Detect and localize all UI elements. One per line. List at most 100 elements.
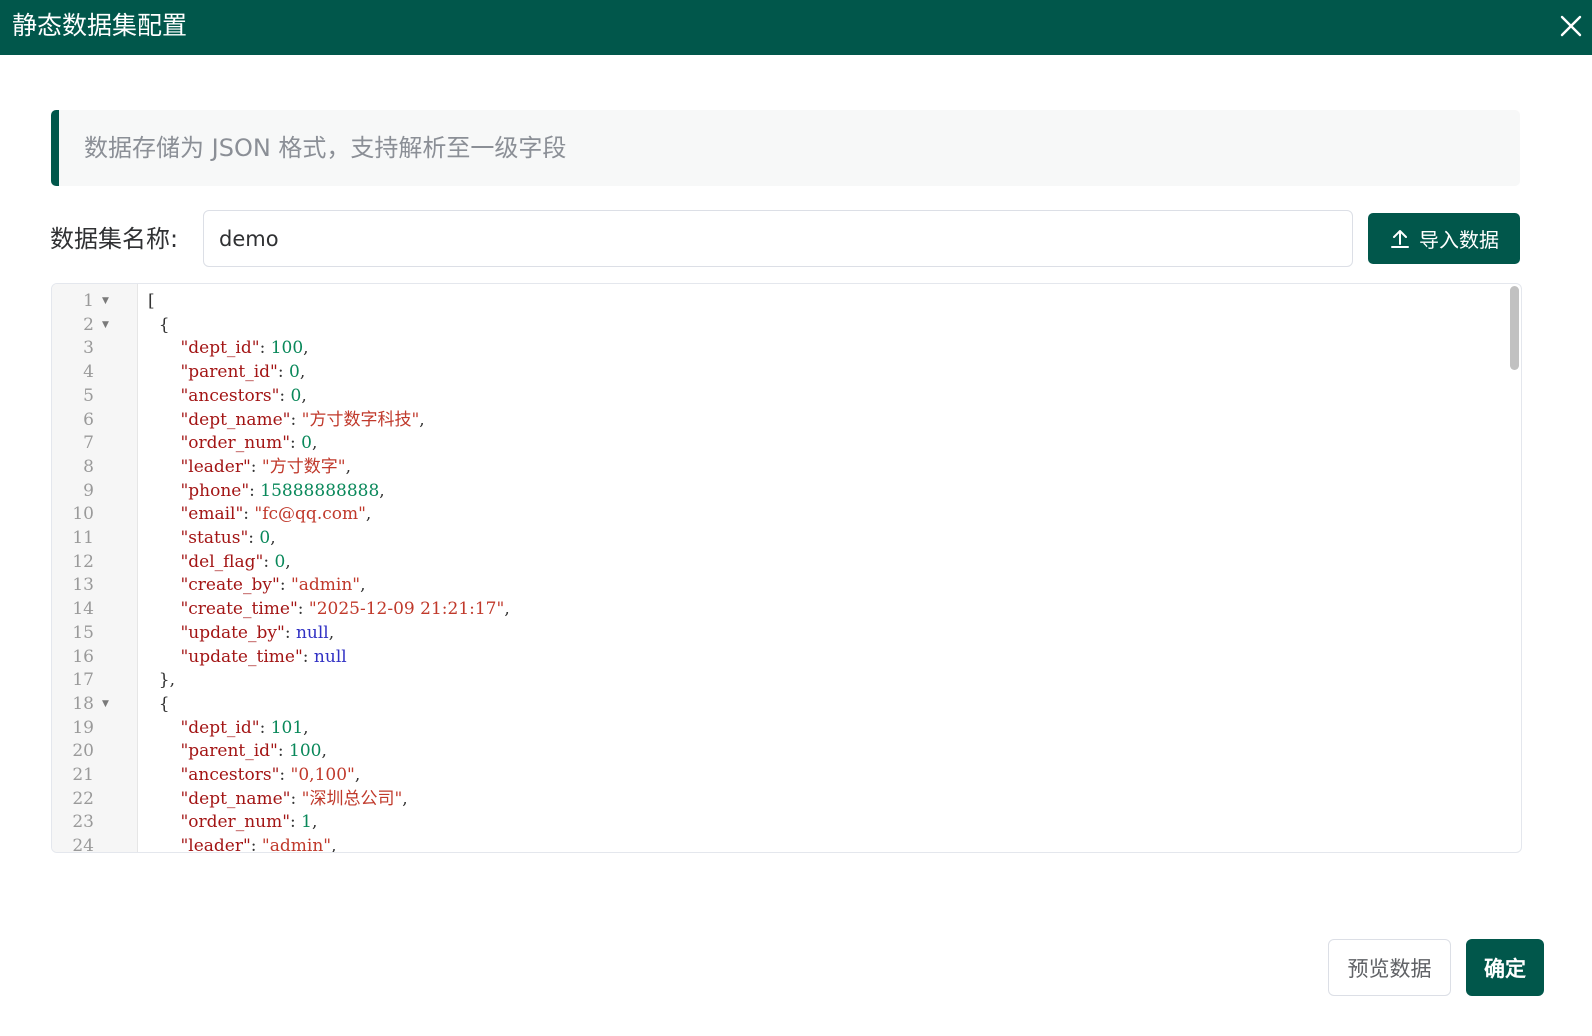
line-number: 1 xyxy=(83,291,94,311)
code-line: "dept_id": 100, xyxy=(148,337,309,361)
code-line: "email": "fc@qq.com", xyxy=(148,503,371,527)
code-token: , xyxy=(285,551,291,572)
code-token: "dept_id" xyxy=(180,338,260,359)
code-line: "del_flag": 0, xyxy=(148,551,291,575)
code-token: : xyxy=(297,599,309,620)
line-number: 7 xyxy=(83,433,94,454)
line-number: 10 xyxy=(72,504,94,525)
code-token: "dept_name" xyxy=(180,788,291,809)
dataset-name-input[interactable] xyxy=(203,210,1353,267)
code-line: "leader": "admin", xyxy=(148,835,337,852)
dataset-name-label: 数据集名称: xyxy=(50,225,179,253)
code-token: 15888888888 xyxy=(260,480,380,501)
code-token: , xyxy=(299,362,306,383)
line-number-gutter: 1 ▼ 2 ▼ 3 4 5 6 7 8 9 10 11 12 13 14 15 16 17 18 ▼ 19 20 21 22 23… xyxy=(52,284,138,852)
code-token: "dept_name" xyxy=(180,409,291,430)
code-token: , xyxy=(312,433,318,454)
code-token: 0 xyxy=(274,551,286,572)
line-number: 5 xyxy=(83,385,94,406)
code-token: 1 xyxy=(301,812,312,833)
code-line: "status": 0, xyxy=(148,527,276,551)
upload-icon xyxy=(1391,229,1409,248)
code-area[interactable]: [ { "dept_id": 100, "parent_id": 0, "anc… xyxy=(138,284,1521,852)
code-token: "2025-12-09 21:21:17" xyxy=(308,599,505,620)
code-token: 0 xyxy=(301,433,312,454)
code-token: "方寸数字" xyxy=(261,456,346,477)
code-line: "create_by": "admin", xyxy=(148,574,366,598)
code-token: null xyxy=(313,646,347,667)
line-number: 8 xyxy=(83,456,94,477)
code-token: [ xyxy=(148,291,155,311)
code-token: : xyxy=(290,812,302,833)
preview-data-button[interactable]: 预览数据 xyxy=(1328,939,1451,996)
code-token: "admin" xyxy=(290,575,361,596)
line-number: 21 xyxy=(72,765,94,785)
line-number: 4 xyxy=(83,362,94,383)
code-token: , xyxy=(303,338,309,359)
info-tip-text: 数据存储为 JSON 格式，支持解析至一级字段 xyxy=(84,134,567,162)
code-token: , xyxy=(321,741,327,762)
code-line: "order_num": 0, xyxy=(148,432,317,456)
code-token: : xyxy=(259,717,271,738)
code-token: "status" xyxy=(180,528,249,548)
fold-toggle-icon[interactable]: ▼ xyxy=(102,693,109,717)
line-number: 14 xyxy=(72,599,94,620)
line-number: 19 xyxy=(72,717,94,738)
import-data-button[interactable]: 导入数据 xyxy=(1368,213,1520,264)
code-token: { xyxy=(148,693,170,714)
code-token: "leader" xyxy=(180,836,251,852)
line-number: 18 xyxy=(72,693,94,714)
line-number: 9 xyxy=(83,480,94,501)
code-token: : xyxy=(249,480,261,501)
code-token: 101 xyxy=(270,717,304,738)
code-token: : xyxy=(279,575,291,596)
fold-toggle-icon[interactable]: ▼ xyxy=(102,314,109,338)
code-token: , xyxy=(270,528,276,548)
code-token: : xyxy=(259,338,271,359)
code-token: null xyxy=(295,622,329,643)
code-token: : xyxy=(290,433,302,454)
code-token: : xyxy=(250,836,262,852)
code-token: , xyxy=(360,575,366,596)
code-token: , xyxy=(402,788,408,809)
fold-toggle-icon[interactable]: ▼ xyxy=(102,290,109,314)
code-token: , xyxy=(419,409,425,430)
code-token: "fc@qq.com" xyxy=(254,504,366,525)
confirm-button[interactable]: 确定 xyxy=(1466,939,1544,996)
code-token: : xyxy=(279,385,291,406)
json-code-editor[interactable]: 1 ▼ 2 ▼ 3 4 5 6 7 8 9 10 11 12 13 14 15 16 17 18 ▼ 19 20 21 22 23… xyxy=(51,283,1522,853)
code-token: : xyxy=(263,551,275,572)
code-token: , xyxy=(312,812,318,833)
code-token: : xyxy=(290,788,302,809)
code-token: : xyxy=(290,409,302,430)
code-token: , xyxy=(331,836,337,852)
code-token: { xyxy=(148,314,170,335)
close-icon[interactable] xyxy=(1554,9,1588,43)
code-token: "update_time" xyxy=(180,646,303,667)
code-line: "dept_name": "深圳总公司", xyxy=(148,788,408,812)
code-line: "update_by": null, xyxy=(148,622,334,646)
code-token: : xyxy=(277,362,290,383)
import-data-label: 导入数据 xyxy=(1419,228,1499,252)
code-token: , xyxy=(504,599,510,620)
code-token: 100 xyxy=(289,741,322,762)
code-line: { xyxy=(148,314,170,338)
code-token: "parent_id" xyxy=(180,362,278,383)
code-token: : xyxy=(302,646,314,667)
editor-scrollbar[interactable] xyxy=(1510,286,1519,370)
code-token: "update_by" xyxy=(180,622,285,643)
code-token: : xyxy=(243,504,255,525)
code-token: : xyxy=(277,741,290,762)
code-line: "dept_name": "方寸数字科技", xyxy=(148,409,425,433)
code-line: }, xyxy=(148,669,175,693)
